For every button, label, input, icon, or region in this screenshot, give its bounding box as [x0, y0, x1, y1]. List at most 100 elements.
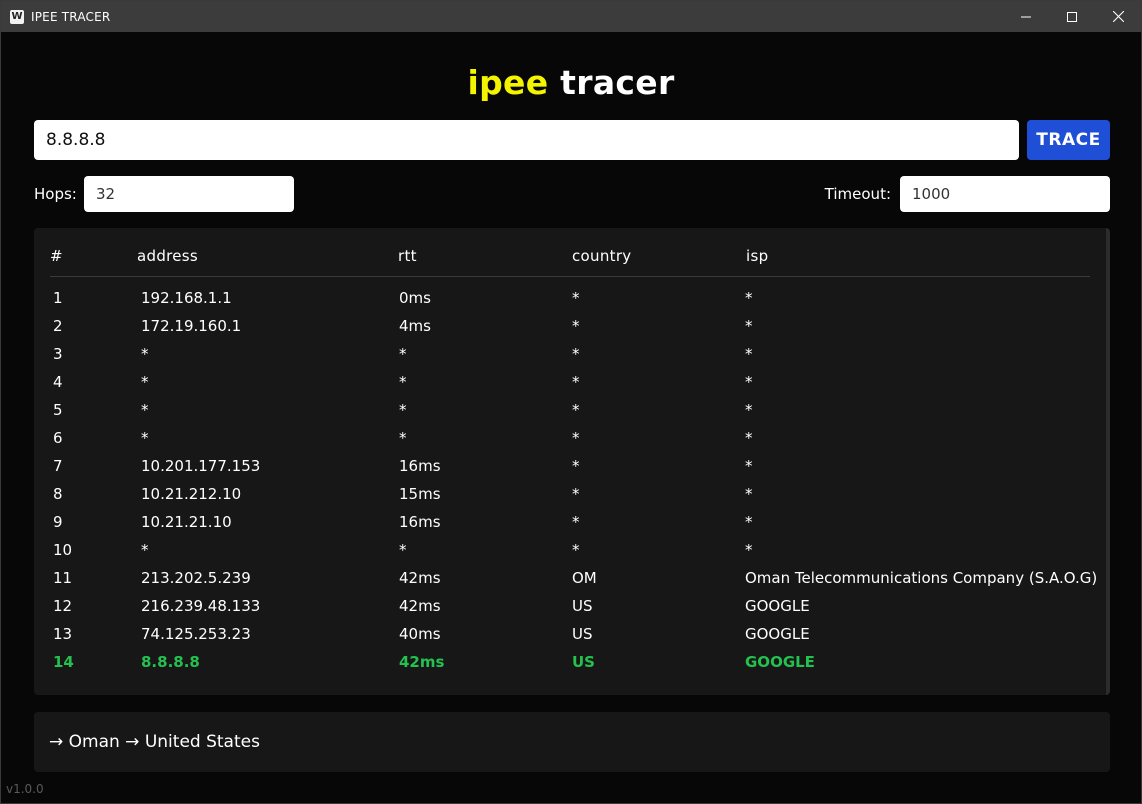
row-rtt: *	[399, 401, 407, 419]
table-body: 1 192.168.1.1 0ms * * 2 172.19.160.1 4ms * * 3 * * * *…	[34, 284, 1104, 676]
row-country: *	[572, 345, 580, 363]
row-rtt: 40ms	[399, 625, 441, 643]
minimize-icon	[1021, 16, 1031, 17]
row-country: US	[572, 597, 593, 615]
row-rtt: 4ms	[399, 317, 431, 335]
row-country: *	[572, 541, 580, 559]
maximize-icon	[1067, 11, 1077, 22]
row-address: *	[141, 429, 149, 447]
row-country: *	[572, 289, 580, 307]
window-title: IPEE TRACER	[31, 9, 111, 24]
title-bar[interactable]: W IPEE TRACER	[1, 1, 1141, 32]
row-rtt: 16ms	[399, 513, 441, 531]
row-country: *	[572, 429, 580, 447]
row-number: 3	[53, 345, 63, 363]
timeout-input[interactable]	[900, 176, 1110, 212]
row-isp: *	[745, 429, 753, 447]
row-number: 1	[53, 289, 63, 307]
row-isp: *	[745, 485, 753, 503]
row-isp: *	[745, 317, 753, 335]
row-country: *	[572, 457, 580, 475]
hops-input[interactable]	[84, 176, 294, 212]
row-rtt: *	[399, 373, 407, 391]
close-button[interactable]	[1095, 1, 1141, 32]
header-rtt: rtt	[398, 247, 417, 265]
row-number: 13	[53, 625, 73, 643]
logo-accent-text: ipee	[467, 63, 549, 102]
row-address: *	[141, 345, 149, 363]
table-row: 9 10.21.21.10 16ms * *	[34, 508, 1104, 536]
row-number: 14	[53, 653, 74, 671]
table-row: 11 213.202.5.239 42ms OM Oman Telecommunicat…	[34, 564, 1104, 592]
row-isp: Oman Telecommunications Company (S.A.O.G…	[745, 569, 1098, 587]
row-country: *	[572, 373, 580, 391]
header-address: address	[137, 247, 199, 265]
version-label: v1.0.0	[6, 782, 44, 796]
hops-table[interactable]: # address rtt country isp 1 192.168.1.1 0m…	[34, 228, 1110, 695]
row-address: 10.21.21.10	[141, 513, 232, 531]
row-country: OM	[572, 569, 597, 587]
row-isp: *	[745, 457, 753, 475]
row-isp: *	[745, 513, 753, 531]
table-row: 13 74.125.253.23 40ms US GOOGLE	[34, 620, 1104, 648]
maximize-button[interactable]	[1049, 1, 1095, 32]
row-rtt: 15ms	[399, 485, 441, 503]
row-country: US	[572, 625, 593, 643]
target-input[interactable]	[34, 120, 1019, 160]
table-row: 3 * * * *	[34, 340, 1104, 368]
row-country: *	[572, 485, 580, 503]
row-number: 5	[53, 401, 63, 419]
row-number: 9	[53, 513, 63, 531]
row-isp: *	[745, 373, 753, 391]
row-address: 192.168.1.1	[141, 289, 232, 307]
row-rtt: *	[399, 541, 407, 559]
table-row: 12 216.239.48.133 42ms US GOOGLE	[34, 592, 1104, 620]
app-window: W IPEE TRACER ipee tracer TRACE Hops: Ti…	[0, 0, 1142, 804]
table-row: 8 10.21.212.10 15ms * *	[34, 480, 1104, 508]
row-isp: *	[745, 401, 753, 419]
row-address: 213.202.5.239	[141, 569, 251, 587]
header-number: #	[50, 247, 63, 265]
hops-label: Hops:	[34, 185, 77, 203]
row-isp: *	[745, 345, 753, 363]
route-text: → Oman → United States	[49, 732, 260, 752]
trace-button[interactable]: TRACE	[1027, 120, 1110, 160]
timeout-label: Timeout:	[824, 185, 891, 203]
table-row: 6 * * * *	[34, 424, 1104, 452]
row-isp: *	[745, 289, 753, 307]
row-isp: *	[745, 541, 753, 559]
row-address: *	[141, 373, 149, 391]
table-row: 7 10.201.177.153 16ms * *	[34, 452, 1104, 480]
header-isp: isp	[746, 247, 769, 265]
row-number: 7	[53, 457, 63, 475]
table-row: 2 172.19.160.1 4ms * *	[34, 312, 1104, 340]
table-row: 4 * * * *	[34, 368, 1104, 396]
app-icon: W	[10, 9, 24, 24]
row-address: 10.201.177.153	[141, 457, 261, 475]
row-address: *	[141, 541, 149, 559]
row-address: *	[141, 401, 149, 419]
row-rtt: 42ms	[399, 653, 445, 671]
row-address: 8.8.8.8	[141, 653, 200, 671]
minimize-button[interactable]	[1003, 1, 1049, 32]
row-number: 2	[53, 317, 63, 335]
row-rtt: 42ms	[399, 569, 441, 587]
row-number: 12	[53, 597, 73, 615]
row-rtt: *	[399, 429, 407, 447]
table-row: 1 192.168.1.1 0ms * *	[34, 284, 1104, 312]
row-rtt: *	[399, 345, 407, 363]
row-country: *	[572, 513, 580, 531]
row-number: 6	[53, 429, 63, 447]
app-logo: ipee tracer	[1, 63, 1141, 102]
row-number: 4	[53, 373, 63, 391]
table-row: 10 * * * *	[34, 536, 1104, 564]
row-rtt: 16ms	[399, 457, 441, 475]
row-country: *	[572, 317, 580, 335]
route-summary: → Oman → United States	[34, 712, 1110, 772]
row-address: 216.239.48.133	[141, 597, 261, 615]
table-row-destination: 14 8.8.8.8 42ms US GOOGLE	[34, 648, 1104, 676]
row-isp: GOOGLE	[745, 625, 810, 643]
row-isp: GOOGLE	[745, 597, 810, 615]
row-address: 10.21.212.10	[141, 485, 242, 503]
row-country: US	[572, 653, 595, 671]
